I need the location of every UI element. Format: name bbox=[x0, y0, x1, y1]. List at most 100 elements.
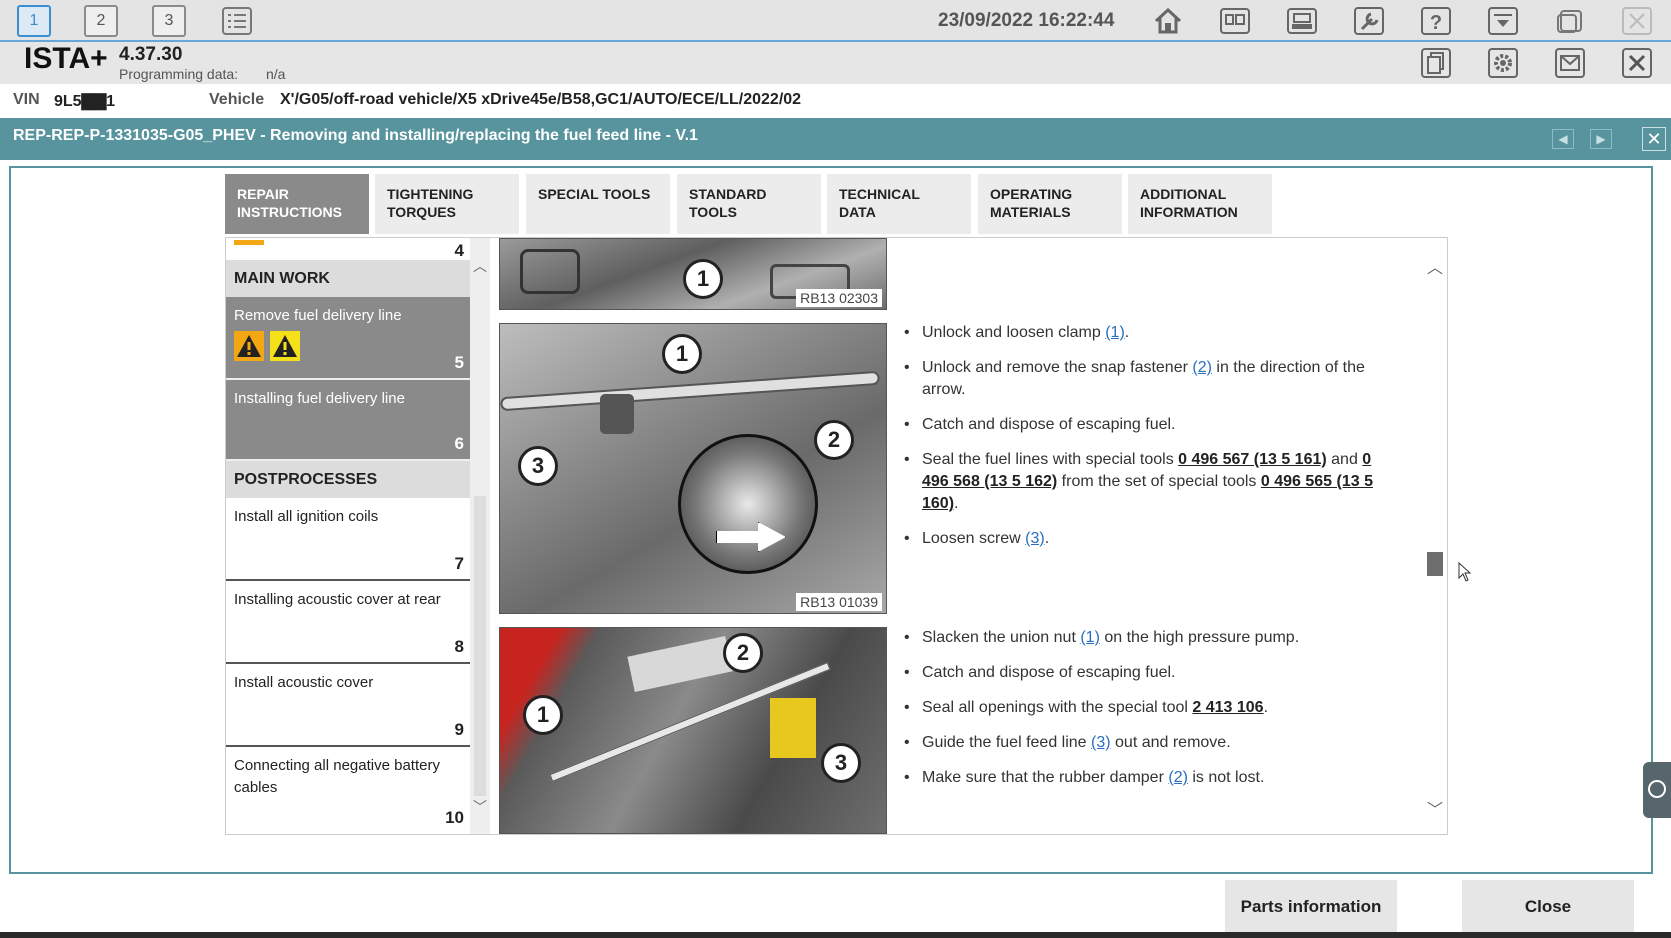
list-icon[interactable] bbox=[219, 4, 255, 38]
reference-link[interactable]: (2) bbox=[1192, 359, 1212, 376]
content-scroll-thumb[interactable] bbox=[1427, 552, 1443, 576]
callout-marker: 2 bbox=[723, 633, 763, 673]
settings-gear-icon[interactable] bbox=[1485, 46, 1521, 80]
instruction-item: Unlock and loosen clamp (1). bbox=[904, 322, 1384, 344]
vin-label: VIN bbox=[13, 91, 40, 108]
content-scrollbar[interactable] bbox=[1424, 238, 1446, 834]
step-number: 8 bbox=[454, 637, 464, 656]
image-fuel-line bbox=[500, 370, 881, 412]
tab-label: INFORMATION bbox=[1140, 204, 1238, 220]
special-tool-link[interactable]: 0 496 567 (13 5 161) bbox=[1178, 451, 1327, 468]
restore-window-icon[interactable] bbox=[1552, 4, 1588, 38]
warning-strip bbox=[234, 240, 264, 245]
close-app-icon[interactable] bbox=[1619, 4, 1655, 38]
instruction-item: Loosen screw (3). bbox=[904, 528, 1384, 550]
list-item-installing-acoustic-cover-rear[interactable]: Installing acoustic cover at rear 8 bbox=[226, 581, 470, 664]
reference-link[interactable]: (3) bbox=[1025, 530, 1045, 547]
step-number: 4 bbox=[454, 241, 464, 260]
content-scroll-up-icon[interactable]: ︿ bbox=[1424, 254, 1446, 278]
document-icon[interactable] bbox=[1418, 46, 1454, 80]
image-detail-zoom bbox=[678, 434, 818, 574]
taskbar-strip bbox=[0, 932, 1671, 938]
reference-link[interactable]: (2) bbox=[1168, 769, 1188, 786]
warning-triangle-icon bbox=[234, 331, 264, 368]
tab-label: DATA bbox=[839, 204, 876, 220]
image-code: RB13 02303 bbox=[796, 289, 882, 307]
sidebar-scroll-up-icon[interactable]: ︿ bbox=[470, 256, 490, 276]
close-session-icon[interactable] bbox=[1619, 46, 1655, 80]
callout-marker: 1 bbox=[683, 259, 723, 299]
instruction-image-clamp: 1 RB13 02303 bbox=[499, 238, 887, 310]
step-number: 9 bbox=[454, 720, 464, 739]
tab-special-tools[interactable]: SPECIAL TOOLS bbox=[526, 174, 670, 234]
dropdown-menu-icon[interactable] bbox=[1485, 4, 1521, 38]
reference-link[interactable]: (3) bbox=[1091, 734, 1111, 751]
workspace-tab-1[interactable]: 1 bbox=[17, 5, 51, 37]
sidebar-scroll-thumb[interactable] bbox=[474, 496, 486, 796]
help-icon[interactable]: ? bbox=[1418, 4, 1454, 38]
tab-tightening-torques[interactable]: TIGHTENING TORQUES bbox=[375, 174, 519, 234]
tab-label: STANDARD bbox=[689, 186, 767, 202]
tab-operating-materials[interactable]: OPERATING MATERIALS bbox=[978, 174, 1122, 234]
tab-technical-data[interactable]: TECHNICAL DATA bbox=[827, 174, 971, 234]
tab-label: TOOLS bbox=[689, 204, 737, 220]
instruction-item: Catch and dispose of escaping fuel. bbox=[904, 414, 1384, 436]
tab-label: TORQUES bbox=[387, 204, 456, 220]
mail-icon[interactable] bbox=[1552, 46, 1588, 80]
special-tool-link[interactable]: 2 413 106 bbox=[1192, 699, 1263, 716]
programming-data-value: n/a bbox=[266, 66, 286, 82]
reference-link[interactable]: (1) bbox=[1080, 629, 1100, 646]
tab-repair-instructions[interactable]: REPAIR INSTRUCTIONS bbox=[225, 174, 369, 234]
callout-marker: 1 bbox=[523, 695, 563, 735]
svg-text:?: ? bbox=[1430, 12, 1442, 34]
next-document-icon[interactable]: ▶ bbox=[1590, 129, 1612, 149]
content-scroll-down-icon[interactable]: ﹀ bbox=[1424, 796, 1446, 820]
callout-marker: 1 bbox=[662, 334, 702, 374]
list-item-install-acoustic-cover[interactable]: Install acoustic cover 9 bbox=[226, 664, 470, 747]
tab-label: TECHNICAL bbox=[839, 186, 920, 202]
workspace-tab-2[interactable]: 2 bbox=[84, 5, 118, 37]
diagnosis-icon[interactable] bbox=[1284, 4, 1320, 38]
instruction-item: Unlock and remove the snap fastener (2) … bbox=[904, 357, 1384, 401]
instruction-item: Slacken the union nut (1) on the high pr… bbox=[904, 627, 1384, 649]
list-item-install-ignition-coils[interactable]: Install all ignition coils 7 bbox=[226, 498, 470, 581]
step-number: 10 bbox=[445, 808, 464, 827]
previous-document-icon[interactable]: ◀ bbox=[1552, 129, 1574, 149]
step-label: Connecting all negative battery cables bbox=[234, 757, 440, 796]
step-label: Installing acoustic cover at rear bbox=[234, 591, 441, 608]
workspace-tab-3[interactable]: 3 bbox=[152, 5, 186, 37]
side-drawer-handle[interactable] bbox=[1643, 762, 1671, 818]
tab-label: REPAIR bbox=[237, 186, 289, 202]
tab-label: ADDITIONAL bbox=[1140, 186, 1227, 202]
image-code: RB13 01039 bbox=[796, 593, 882, 611]
callout-marker: 2 bbox=[814, 420, 854, 460]
step-label: Install acoustic cover bbox=[234, 674, 374, 691]
callout-marker: 3 bbox=[821, 743, 861, 783]
close-button[interactable]: Close bbox=[1462, 880, 1634, 934]
tab-standard-tools[interactable]: STANDARD TOOLS bbox=[677, 174, 821, 234]
reference-link[interactable]: (1) bbox=[1105, 324, 1125, 341]
wrench-icon[interactable] bbox=[1351, 4, 1387, 38]
instruction-list-1: Unlock and loosen clamp (1). Unlock and … bbox=[904, 322, 1384, 563]
vin-value: 9L5▇▇1 bbox=[54, 93, 116, 110]
caution-triangle-icon bbox=[270, 331, 300, 368]
instruction-item: Catch and dispose of escaping fuel. bbox=[904, 662, 1384, 684]
image-label-sticker bbox=[627, 635, 733, 693]
home-icon[interactable] bbox=[1150, 4, 1186, 38]
step-number: 7 bbox=[454, 554, 464, 573]
list-item-connecting-battery-cables[interactable]: Connecting all negative battery cables 1… bbox=[226, 747, 470, 833]
list-item-remove-fuel-delivery-line[interactable]: Remove fuel delivery line 5 bbox=[226, 297, 470, 380]
callout-marker: 3 bbox=[518, 446, 558, 486]
list-item-installing-fuel-delivery-line[interactable]: Installing fuel delivery line 6 bbox=[226, 380, 470, 461]
drawer-icon bbox=[1648, 780, 1666, 798]
tab-additional-information[interactable]: ADDITIONAL INFORMATION bbox=[1128, 174, 1272, 234]
step-number: 5 bbox=[454, 353, 464, 372]
top-toolbar: 1 2 3 23/09/2022 16:22:44 ? bbox=[0, 0, 1671, 42]
tab-label: MATERIALS bbox=[990, 204, 1071, 220]
parts-information-button[interactable]: Parts information bbox=[1225, 880, 1397, 934]
sidebar-scroll-down-icon[interactable]: ﹀ bbox=[470, 797, 490, 817]
vehicle-info-icon[interactable] bbox=[1217, 4, 1253, 38]
close-document-icon[interactable]: ✕ bbox=[1642, 127, 1666, 151]
step-number: 6 bbox=[454, 434, 464, 453]
image-warning-label bbox=[770, 698, 816, 758]
